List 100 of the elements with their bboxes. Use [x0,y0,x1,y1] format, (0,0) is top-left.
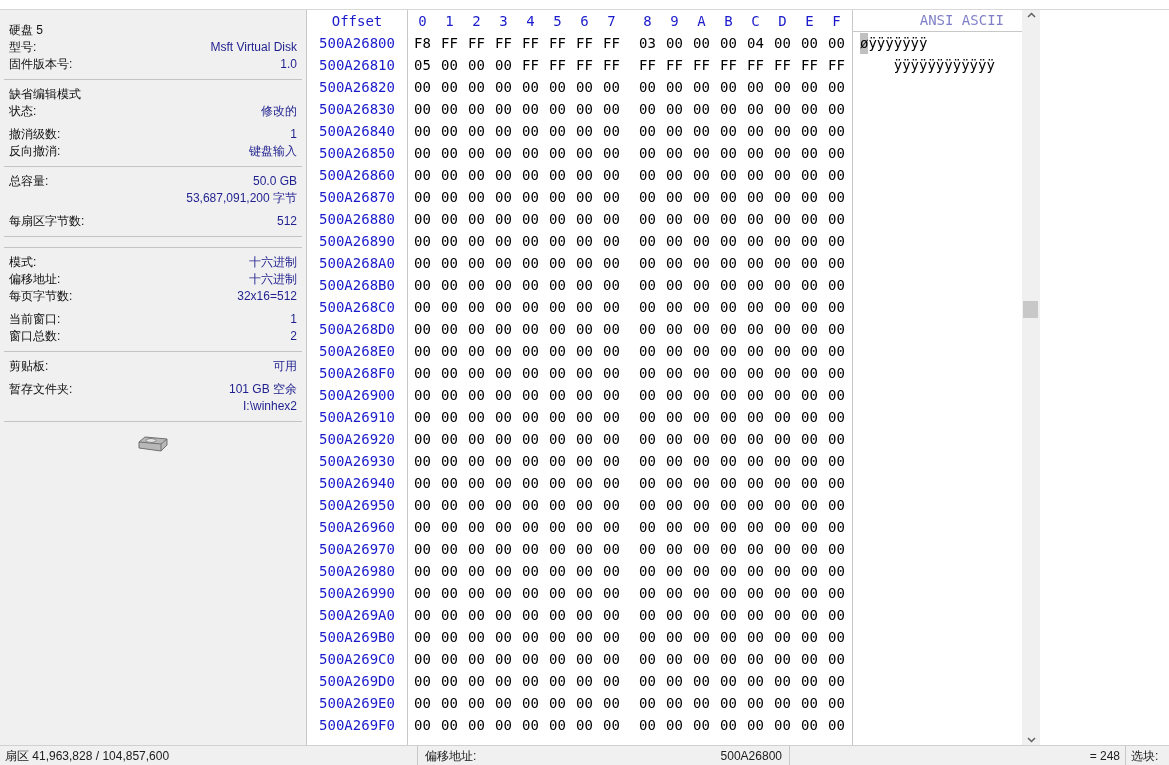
field-value: 32x16=512 [237,288,297,305]
hex-byte: 00 [467,429,486,449]
hex-byte: 00 [413,693,432,713]
hex-byte: 00 [800,715,819,735]
hex-byte: 00 [800,121,819,141]
hex-byte: 00 [413,429,432,449]
hex-byte: 00 [800,451,819,471]
hex-byte: 00 [440,649,459,669]
scroll-down-icon[interactable] [1026,737,1036,743]
hex-byte: 00 [440,517,459,537]
hex-byte: 00 [827,187,846,207]
hex-byte: 00 [494,627,513,647]
hex-byte: 00 [494,407,513,427]
hex-byte: 00 [494,385,513,405]
column-header: D [777,11,788,31]
hex-byte: 00 [467,583,486,603]
section-heading: 硬盘 5 [9,22,44,39]
hex-byte: 00 [548,253,567,273]
hex-byte: 00 [467,715,486,735]
hex-byte: 00 [602,341,621,361]
hex-byte: 00 [827,627,846,647]
scroll-thumb[interactable] [1023,301,1038,318]
hex-byte: 00 [467,165,486,185]
hex-byte: 00 [575,671,594,691]
hex-byte: 00 [665,605,684,625]
field-label: 状态: [9,103,37,120]
hex-byte: 00 [746,275,765,295]
offset-cell-text: 500A269E0 [319,693,395,713]
hex-byte: 00 [800,341,819,361]
hex-byte: 00 [827,341,846,361]
hex-byte: 00 [665,693,684,713]
hex-byte: 00 [548,539,567,559]
hex-byte: 00 [548,649,567,669]
hex-byte: 00 [665,495,684,515]
offset-cell-text: 500A26890 [319,231,395,251]
hex-byte: 00 [665,385,684,405]
hex-byte: 00 [467,253,486,273]
hex-byte: 00 [665,33,684,53]
hex-byte: 00 [467,649,486,669]
hex-byte: 00 [521,231,540,251]
hex-byte: 00 [746,209,765,229]
hex-byte: 00 [602,473,621,493]
offset-cell-text: 500A268E0 [319,341,395,361]
hex-byte: 00 [638,143,657,163]
hex-byte: 00 [719,473,738,493]
hex-byte: 00 [521,187,540,207]
scrollbar[interactable] [1022,10,1040,745]
hex-byte: 00 [746,495,765,515]
column-header: C [750,11,761,31]
hex-byte: 00 [800,605,819,625]
hex-byte: 00 [467,121,486,141]
hex-byte: 00 [548,121,567,141]
hex-byte: 00 [800,297,819,317]
hex-byte: FF [548,33,567,53]
hex-byte: 00 [827,165,846,185]
field-label: 剪贴板: [9,358,49,375]
field-value: 101 GB 空余 [228,381,297,398]
offset-cell-text: 500A268D0 [319,319,395,339]
hex-byte: 00 [638,385,657,405]
hex-byte: 00 [827,275,846,295]
hex-byte: 00 [773,693,792,713]
hex-byte: 00 [467,671,486,691]
hex-byte: 00 [665,209,684,229]
hex-byte: 00 [719,253,738,273]
hex-byte: 00 [638,583,657,603]
hex-byte: 00 [440,319,459,339]
hex-byte: 00 [575,561,594,581]
hex-byte: 00 [719,99,738,119]
hex-byte: 00 [575,429,594,449]
status-value: = 248 [1089,747,1120,765]
status-label: 选块: [1131,747,1159,765]
hex-byte: 00 [638,693,657,713]
hex-byte: 00 [494,429,513,449]
hex-byte: 00 [413,143,432,163]
hex-byte: 00 [692,341,711,361]
hex-byte: 00 [521,473,540,493]
field-value: 键盘输入 [249,143,297,160]
hex-byte: 00 [521,209,540,229]
hex-byte: 00 [746,649,765,669]
hex-byte: 00 [746,561,765,581]
hex-byte: 00 [494,297,513,317]
hex-byte: 00 [800,99,819,119]
offset-cell-text: 500A26810 [319,55,395,75]
hex-byte: 00 [692,33,711,53]
hex-byte: 00 [575,165,594,185]
hex-byte: 00 [638,495,657,515]
offset-cell-text: 500A26940 [319,473,395,493]
hex-byte: 00 [494,209,513,229]
scroll-up-icon[interactable] [1026,12,1036,18]
hex-byte: 00 [800,187,819,207]
hex-byte: FF [521,33,540,53]
hex-byte: 00 [548,231,567,251]
hex-byte: 00 [521,99,540,119]
offset-cell-text: 500A269B0 [319,627,395,647]
hex-byte: 00 [413,671,432,691]
hex-byte: 00 [665,517,684,537]
hex-byte: 00 [692,605,711,625]
hex-byte: 00 [827,253,846,273]
hex-byte: 00 [548,561,567,581]
hex-byte: 00 [494,341,513,361]
